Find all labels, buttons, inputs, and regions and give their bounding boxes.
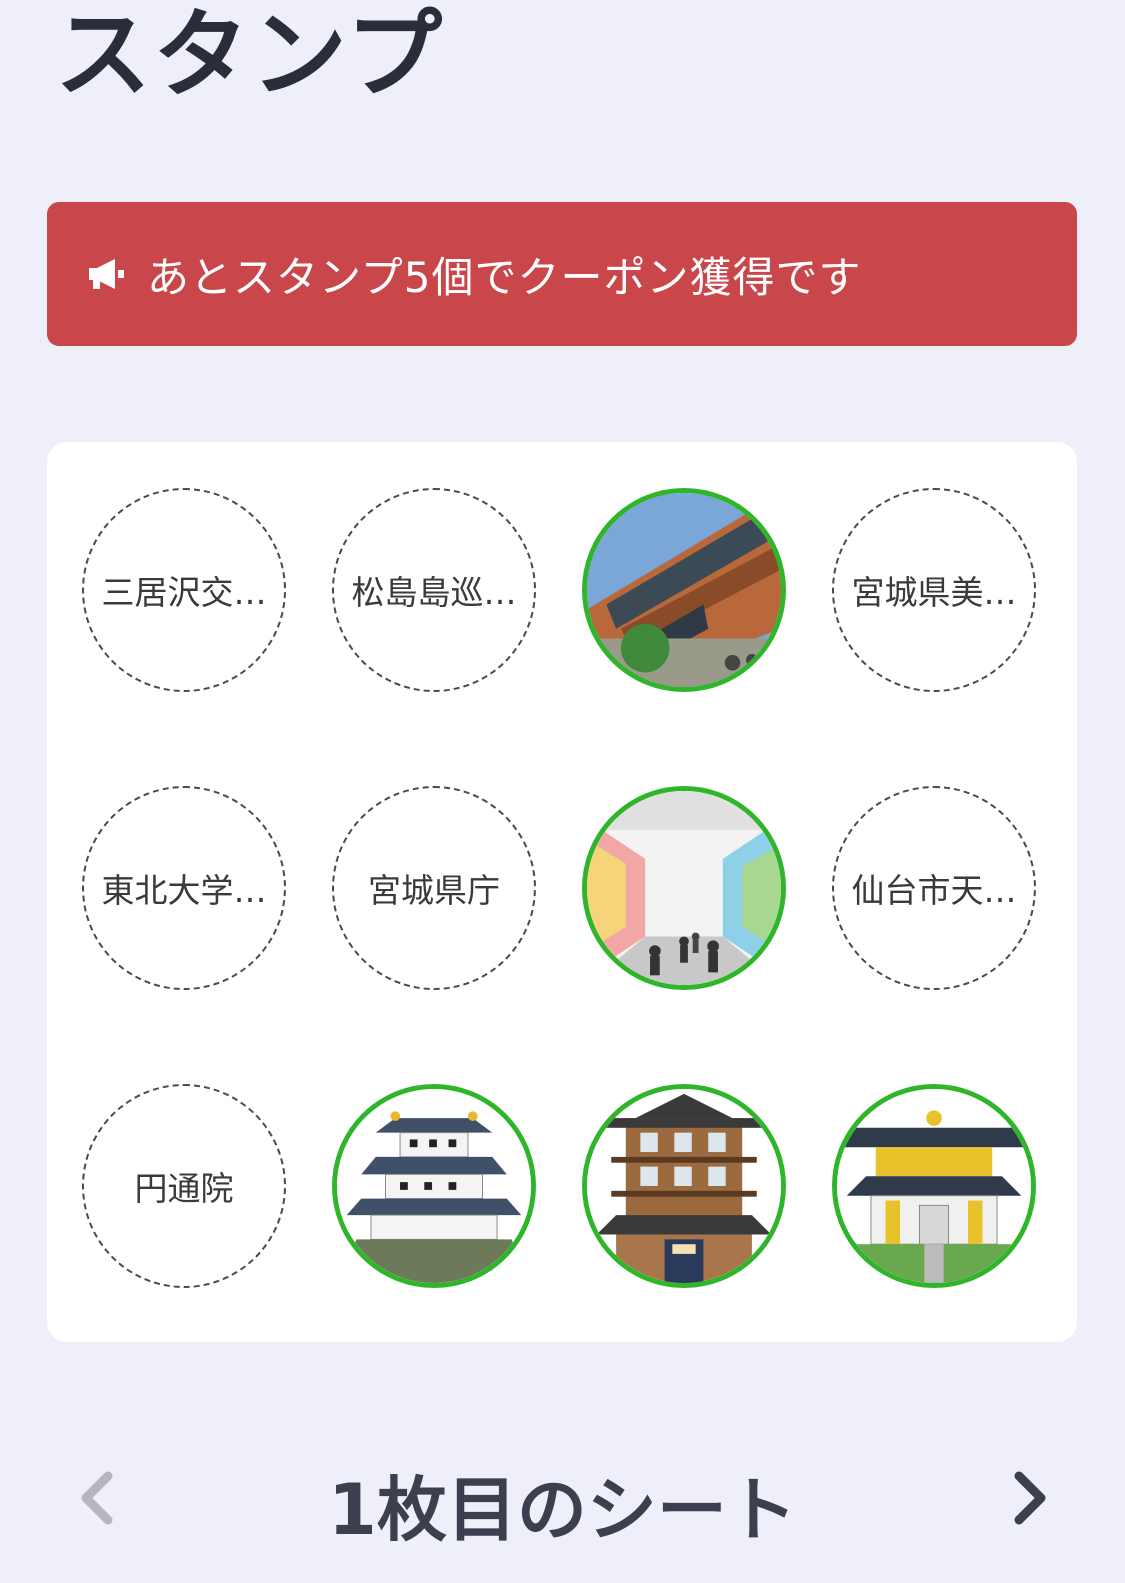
- stamp-slot-empty[interactable]: 円通院: [82, 1084, 286, 1288]
- sheet-label: 1枚目のシート: [328, 1469, 797, 1551]
- stamp-label: 松島島巡…: [351, 573, 517, 612]
- stamp-slot-collected[interactable]: [832, 1084, 1036, 1288]
- shopping-arcade-illustration: [587, 791, 781, 985]
- stamp-label: 宮城県美…: [851, 573, 1017, 612]
- stamp-slot-empty[interactable]: 東北大学…: [82, 786, 286, 990]
- sheet-pager: 1枚目のシート: [0, 1440, 1125, 1551]
- stamp-slot-empty[interactable]: 仙台市天…: [832, 786, 1036, 990]
- stamp-label: 三居沢交…: [101, 573, 267, 612]
- stamp-label: 仙台市天…: [851, 871, 1017, 910]
- stamp-label: 東北大学…: [101, 871, 267, 910]
- castle-illustration: [337, 1089, 531, 1283]
- stamp-slot-empty[interactable]: 宮城県美…: [832, 488, 1036, 692]
- chevron-right-icon[interactable]: [1005, 1468, 1055, 1528]
- stamp-slot-collected[interactable]: [582, 1084, 786, 1288]
- banner-text: あとスタンプ5個でクーポン獲得です: [147, 252, 862, 302]
- stamp-label: 円通院: [134, 1169, 234, 1208]
- stamp-slot-collected[interactable]: [582, 488, 786, 692]
- stamp-slot-empty[interactable]: 松島島巡…: [332, 488, 536, 692]
- megaphone-icon: [85, 254, 133, 294]
- page-title: スタンプ: [55, 0, 445, 111]
- station-building-photo: [587, 493, 781, 687]
- shrine-gate-illustration: [837, 1089, 1031, 1283]
- ryokan-illustration: [587, 1089, 781, 1283]
- stamp-slot-empty[interactable]: 三居沢交…: [82, 488, 286, 692]
- stamp-sheet: 三居沢交… 松島島巡… 宮城県美… 東北大学… 宮城県庁 仙台市天… 円通院: [47, 442, 1077, 1342]
- coupon-progress-banner: あとスタンプ5個でクーポン獲得です: [47, 202, 1077, 346]
- stamp-slot-empty[interactable]: 宮城県庁: [332, 786, 536, 990]
- stamp-label: 宮城県庁: [368, 871, 500, 910]
- stamp-slot-collected[interactable]: [332, 1084, 536, 1288]
- stamp-slot-collected[interactable]: [582, 786, 786, 990]
